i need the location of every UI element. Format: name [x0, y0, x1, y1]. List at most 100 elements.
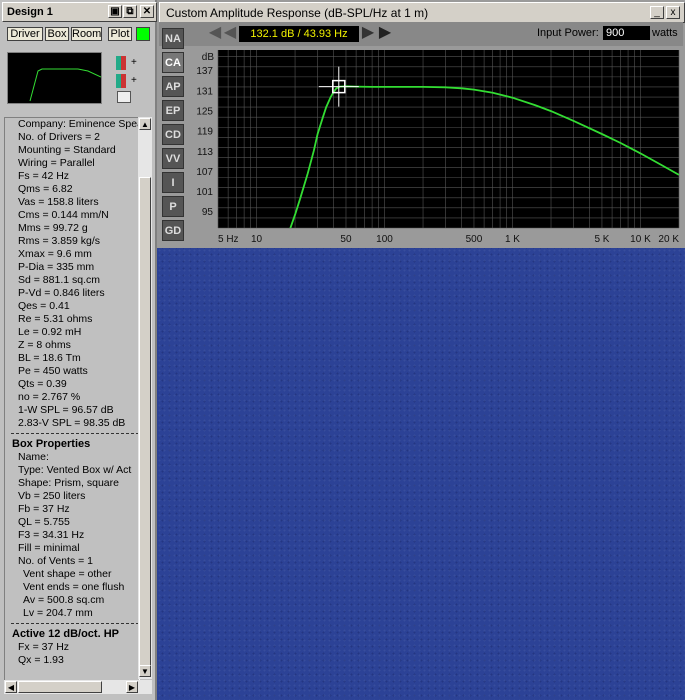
view-button-ap[interactable]: AP	[162, 76, 184, 97]
view-button-vv[interactable]: VV	[162, 148, 184, 169]
close-icon[interactable]: ✕	[140, 5, 154, 18]
status-indicator	[136, 27, 150, 41]
driver-param: Vas = 158.8 liters	[18, 196, 99, 208]
input-power-label: Input Power:	[537, 27, 599, 39]
driver-add-label: +	[131, 57, 137, 68]
cursor-last-icon[interactable]: ▶	[375, 22, 395, 46]
box-param: F3 = 34.31 Hz	[18, 529, 85, 541]
x-tick-label: 1 K	[505, 234, 520, 245]
y-tick-label: 101	[196, 187, 213, 198]
tab-room[interactable]: Room	[71, 27, 102, 41]
vent-param: Lv = 204.7 mm	[23, 607, 93, 619]
driver-param: Qts = 0.39	[18, 378, 67, 390]
box-param: QL = 5.755	[18, 516, 70, 528]
driver-param: Qes = 0.41	[18, 300, 70, 312]
x-tick-label: 100	[376, 234, 393, 245]
design-title: Design 1	[7, 6, 53, 18]
view-button-na[interactable]: NA	[162, 28, 184, 49]
y-tick-label: 125	[196, 106, 213, 117]
driver-param: Mms = 99.72 g	[18, 222, 88, 234]
plot-title-bar: Custom Amplitude Response (dB-SPL/Hz at …	[159, 2, 685, 23]
design-title-bar: Design 1 ▣ ⧉ ✕	[2, 2, 157, 22]
view-button-ep[interactable]: EP	[162, 100, 184, 121]
driver-param: Pe = 450 watts	[18, 365, 88, 377]
y-tick-label: 119	[197, 127, 213, 138]
driver-param: Z = 8 ohms	[18, 339, 71, 351]
plot-window-title: Custom Amplitude Response (dB-SPL/Hz at …	[166, 6, 429, 20]
box-add-icon[interactable]	[116, 74, 126, 88]
box-param: No. of Vents = 1	[18, 555, 94, 567]
scroll-up-icon[interactable]: ▲	[139, 118, 151, 130]
driver-param: P-Vd = 0.846 liters	[18, 287, 105, 299]
scroll-down-icon[interactable]: ▼	[139, 665, 151, 677]
box-param: Fill = minimal	[18, 542, 80, 554]
filter-param: Qx = 1.93	[18, 654, 64, 666]
minimize-icon[interactable]: _	[650, 6, 664, 19]
active-filter-heading: Active 12 dB/oct. HP	[12, 628, 119, 640]
x-tick-label: 10	[251, 234, 263, 245]
x-tick-label: 20 K	[658, 234, 679, 245]
tab-driver[interactable]: Driver	[7, 27, 43, 41]
close-plot-icon[interactable]: x	[666, 6, 680, 19]
view-button-i[interactable]: I	[162, 172, 184, 193]
x-tick-label: 10 K	[630, 234, 651, 245]
view-button-ca[interactable]: CA	[162, 52, 184, 73]
section-divider	[11, 623, 139, 624]
y-tick-label: 107	[196, 167, 213, 178]
scroll-thumb[interactable]	[139, 177, 151, 673]
box-param: Shape: Prism, square	[18, 477, 119, 489]
driver-param: Rms = 3.859 kg/s	[18, 235, 100, 247]
input-power-field[interactable]: 900	[603, 26, 650, 40]
vent-param: Av = 500.8 sq.cm	[23, 594, 105, 606]
filter-param: Fx = 37 Hz	[18, 641, 70, 653]
response-thumbnail[interactable]	[7, 52, 102, 104]
section-divider	[11, 433, 139, 434]
amplitude-chart[interactable]: dB 95 101 107 113 119 125 131 137 5 Hz 10 50 100 500 1…	[188, 48, 683, 246]
x-tick-label: 50	[340, 234, 352, 245]
driver-param: P-Dia = 335 mm	[18, 261, 95, 273]
y-tick-label: 113	[197, 147, 213, 158]
driver-param: Wiring = Parallel	[18, 157, 95, 169]
cursor-next-icon[interactable]: ▶	[361, 22, 375, 46]
cursor-first-icon[interactable]: ◀	[205, 22, 225, 46]
restore-icon[interactable]: ⧉	[123, 5, 137, 18]
box-param: Fb = 37 Hz	[18, 503, 70, 515]
input-power-unit: watts	[652, 27, 678, 39]
y-axis-label: dB	[202, 52, 215, 63]
scroll-right-icon[interactable]: ▶	[126, 681, 138, 693]
driver-param: Le = 0.92 mH	[18, 326, 82, 338]
driver-param: Mounting = Standard	[18, 144, 116, 156]
driver-param: Re = 5.31 ohms	[18, 313, 93, 325]
x-tick-label: 5 K	[594, 234, 609, 245]
parameter-scrollbar[interactable]: ▲ ▼	[138, 117, 152, 679]
horizontal-scrollbar[interactable]: ◀ ▶	[4, 680, 152, 694]
driver-param: Fs = 42 Hz	[18, 170, 70, 182]
driver-param: Company: Eminence Spea	[18, 118, 140, 130]
desktop-background	[157, 248, 685, 700]
driver-param: No. of Drivers = 2	[18, 131, 100, 143]
vent-param: Vent ends = one flush	[23, 581, 125, 593]
hscroll-thumb[interactable]	[18, 681, 102, 693]
save-icon[interactable]: ▣	[108, 5, 122, 18]
view-button-cd[interactable]: CD	[162, 124, 184, 145]
y-tick-label: 95	[202, 207, 214, 218]
view-button-gd[interactable]: GD	[162, 220, 184, 241]
tab-box[interactable]: Box	[45, 27, 69, 41]
x-tick-label: 500	[466, 234, 483, 245]
y-tick-label: 137	[196, 66, 213, 77]
x-tick-label: 5 Hz	[218, 234, 239, 245]
driver-param: Xmax = 9.6 mm	[18, 248, 92, 260]
view-button-p[interactable]: P	[162, 196, 184, 217]
driver-add-icon[interactable]	[116, 56, 126, 70]
scroll-left-icon[interactable]: ◀	[5, 681, 17, 693]
box-properties-heading: Box Properties	[12, 438, 91, 450]
box-param: Name:	[18, 451, 49, 463]
driver-param: 1-W SPL = 96.57 dB	[18, 404, 114, 416]
box-param: Type: Vented Box w/ Act	[18, 464, 132, 476]
driver-param: 2.83-V SPL = 98.35 dB	[18, 417, 126, 429]
box-param: Vb = 250 liters	[18, 490, 86, 502]
vent-param: Vent shape = other	[23, 568, 112, 580]
cursor-prev-icon[interactable]: ◀	[223, 22, 237, 46]
speaker-icon[interactable]	[117, 91, 131, 103]
tab-plot[interactable]: Plot	[108, 27, 132, 41]
